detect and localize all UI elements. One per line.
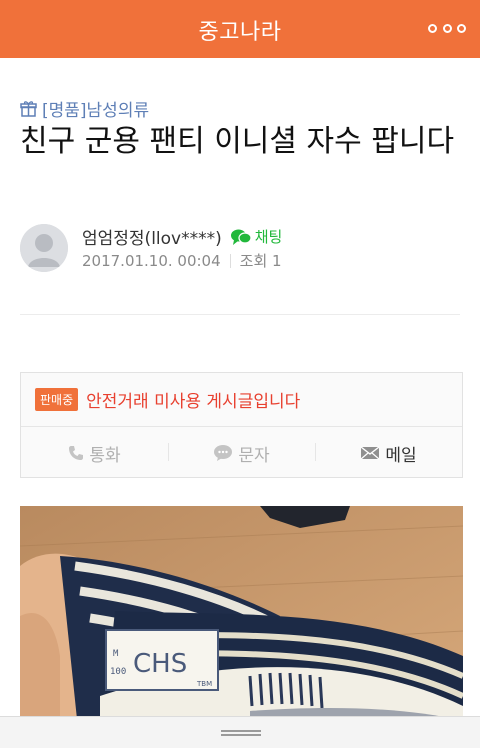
svg-text:100: 100	[110, 667, 126, 677]
phone-icon	[69, 446, 84, 460]
post-category[interactable]: [명품]남성의류	[20, 96, 149, 121]
app-title: 중고나라	[198, 20, 282, 45]
product-photo[interactable]: M 100 CHS TBM	[20, 506, 463, 748]
view-count: 조회 1	[239, 252, 282, 270]
author-name-row: 엄엄정정(llov****) 채팅	[82, 224, 282, 249]
trade-box: 판매중 안전거래 미사용 게시글입니다 통화 문자 메일	[20, 372, 463, 478]
drag-handle-icon	[221, 730, 261, 736]
post-meta: 2017.01.10. 00:04 조회 1	[82, 250, 282, 271]
author-name[interactable]: 엄엄정정(llov****)	[82, 224, 222, 249]
gift-icon	[20, 101, 37, 117]
meta-divider	[229, 253, 231, 268]
chat-label: 채팅	[254, 228, 283, 246]
status-badge: 판매중	[35, 388, 79, 411]
section-divider	[20, 314, 460, 315]
call-label: 통화	[89, 445, 121, 466]
mail-icon	[360, 446, 380, 460]
svg-text:TBM: TBM	[196, 680, 212, 688]
message-bubble-icon	[214, 445, 233, 461]
mail-button[interactable]: 메일	[315, 427, 462, 479]
mail-label: 메일	[385, 445, 417, 466]
product-image: M 100 CHS TBM	[20, 506, 463, 748]
chat-bubble-icon	[230, 229, 252, 245]
category-label: [명품]남성의류	[42, 101, 150, 121]
more-options-icon[interactable]	[428, 20, 466, 36]
tag-size-text: M	[113, 649, 119, 659]
top-app-bar: 중고나라	[0, 0, 480, 58]
post-title: 친구 군용 팬티 이니셜 자수 팝니다	[20, 124, 455, 159]
default-avatar-icon	[20, 224, 68, 272]
author-info: 엄엄정정(llov****) 채팅 2017.01.10. 00:04 조회 1	[20, 224, 460, 274]
notice-text: 안전거래 미사용 게시글입니다	[86, 392, 301, 412]
bottom-drawer-handle[interactable]	[0, 716, 480, 748]
call-button[interactable]: 통화	[21, 427, 168, 479]
chat-button[interactable]: 채팅	[230, 226, 283, 247]
embroidered-initials: CHS	[133, 649, 187, 679]
safe-trade-notice: 판매중 안전거래 미사용 게시글입니다	[35, 387, 300, 412]
avatar[interactable]	[20, 224, 68, 272]
sms-button[interactable]: 문자	[168, 427, 315, 479]
sms-label: 문자	[238, 445, 270, 466]
post-date: 2017.01.10. 00:04	[82, 251, 221, 270]
